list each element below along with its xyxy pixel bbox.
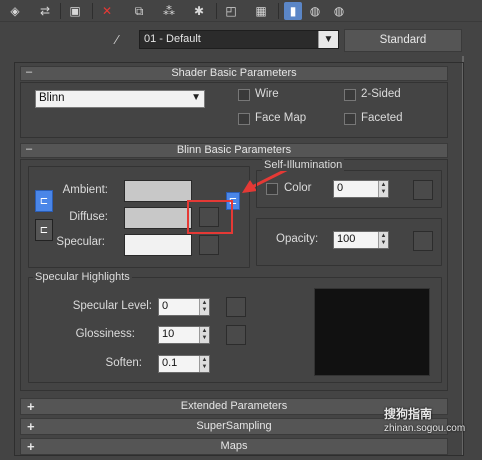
blinn-basic-rollout-header[interactable]: – Blinn Basic Parameters <box>20 143 448 158</box>
ambient-label: Ambient: <box>62 184 108 196</box>
wire-checkbox[interactable] <box>238 89 250 101</box>
self-illumination-title: Self-Illumination <box>262 159 345 171</box>
rollout-title: Extended Parameters <box>180 400 288 412</box>
soften-label: Soften: <box>105 357 142 369</box>
specular-map-button[interactable] <box>199 235 219 255</box>
highlight-curve-preview <box>314 288 430 376</box>
rollout-title: Blinn Basic Parameters <box>176 144 292 156</box>
sibling-icon[interactable]: ◍ <box>330 2 348 20</box>
collapse-sign: – <box>26 143 33 155</box>
specular-level-spinner[interactable]: 0 ▲ ▼ <box>158 298 210 316</box>
opacity-value: 100 <box>337 233 356 245</box>
face-map-checkbox[interactable] <box>238 113 250 125</box>
reset-icon[interactable]: ✕ <box>98 2 116 20</box>
shader-value: Blinn <box>39 92 65 104</box>
two-sided-label: 2-Sided <box>361 88 401 100</box>
specular-level-map-button[interactable] <box>226 297 246 317</box>
soften-spinner[interactable]: 0.1 ▲ ▼ <box>158 355 210 373</box>
get-material-icon[interactable]: ◈ <box>6 2 24 20</box>
go-forward-icon[interactable]: ◍ <box>306 2 324 20</box>
eyedropper-icon[interactable]: ⁄ <box>116 32 130 47</box>
material-name-field[interactable]: 01 - Default ▼ <box>139 30 339 49</box>
faceted-checkbox[interactable] <box>344 113 356 125</box>
shader-dropdown[interactable]: Blinn ▼ <box>35 90 205 108</box>
expand-sign: + <box>27 399 35 414</box>
show-map-icon[interactable]: ◰ <box>222 2 240 20</box>
put-library-icon[interactable]: ⁂ <box>160 2 178 20</box>
self-illum-map-button[interactable] <box>413 180 433 200</box>
put-material-icon[interactable]: ⇄ <box>36 2 54 20</box>
chevron-down-icon: ▼ <box>191 92 201 103</box>
soften-value: 0.1 <box>162 357 178 369</box>
glossiness-spinner[interactable]: 10 ▲ ▼ <box>158 326 210 344</box>
spinner-arrows-icon[interactable]: ▲ ▼ <box>199 356 209 372</box>
glossiness-value: 10 <box>162 328 175 340</box>
opacity-map-button[interactable] <box>413 231 433 251</box>
expand-sign: + <box>27 419 35 434</box>
diffuse-color-swatch[interactable] <box>124 207 192 229</box>
opacity-label: Opacity: <box>276 233 319 245</box>
rollout-title: SuperSampling <box>196 420 272 432</box>
two-sided-checkbox[interactable] <box>344 89 356 101</box>
rollout-title: Shader Basic Parameters <box>171 67 297 79</box>
self-illum-value: 0 <box>337 182 344 194</box>
spinner-arrows-icon[interactable]: ▲ ▼ <box>378 181 388 197</box>
show-end-result-icon[interactable]: ▦ <box>252 2 270 20</box>
ambient-color-swatch[interactable] <box>124 180 192 202</box>
expand-sign: + <box>27 439 35 454</box>
material-effects-icon[interactable]: ✱ <box>190 2 208 20</box>
specular-level-value: 0 <box>162 300 169 312</box>
chevron-down-icon[interactable]: ▼ <box>318 31 338 48</box>
specular-highlights-title: Specular Highlights <box>33 271 132 283</box>
opacity-spinner[interactable]: 100 ▲ ▼ <box>333 231 389 249</box>
material-type-button[interactable]: Standard <box>344 29 462 52</box>
go-to-parent-icon[interactable]: ▮ <box>284 2 302 20</box>
spinner-arrows-icon[interactable]: ▲ ▼ <box>199 299 209 315</box>
color-label: Color <box>284 182 312 194</box>
maps-rollout[interactable]: + Maps <box>20 438 448 455</box>
self-illum-spinner[interactable]: 0 ▲ ▼ <box>333 180 389 198</box>
watermark-brand: 搜狗指南 <box>384 407 433 421</box>
assign-icon[interactable]: ▣ <box>66 2 84 20</box>
highlight-box <box>187 200 233 234</box>
make-unique-icon[interactable]: ⧉ <box>130 2 148 20</box>
specular-color-swatch[interactable] <box>124 234 192 256</box>
faceted-label: Faceted <box>361 112 403 124</box>
spinner-arrows-icon[interactable]: ▲ ▼ <box>199 327 209 343</box>
shader-basic-rollout-header[interactable]: – Shader Basic Parameters <box>20 66 448 81</box>
face-map-label: Face Map <box>255 112 307 124</box>
specular-level-label: Specular Level: <box>72 300 152 312</box>
specular-label: Specular: <box>56 236 105 248</box>
diffuse-label: Diffuse: <box>69 211 108 223</box>
wire-label: Wire <box>255 88 279 100</box>
toolbar: ◈ ⇄ ▣ ✕ ⧉ ⁂ ✱ ◰ ▦ ▮ ◍ ◍ <box>0 0 482 22</box>
glossiness-map-button[interactable] <box>226 325 246 345</box>
watermark-url: zhinan.sogou.com <box>384 423 466 434</box>
collapse-sign: – <box>26 66 33 78</box>
rollout-title: Maps <box>220 440 248 452</box>
glossiness-label: Glossiness: <box>75 328 135 340</box>
material-name: 01 - Default <box>144 33 201 45</box>
spinner-arrows-icon[interactable]: ▲ ▼ <box>378 232 388 248</box>
self-illum-color-checkbox[interactable] <box>266 183 278 195</box>
